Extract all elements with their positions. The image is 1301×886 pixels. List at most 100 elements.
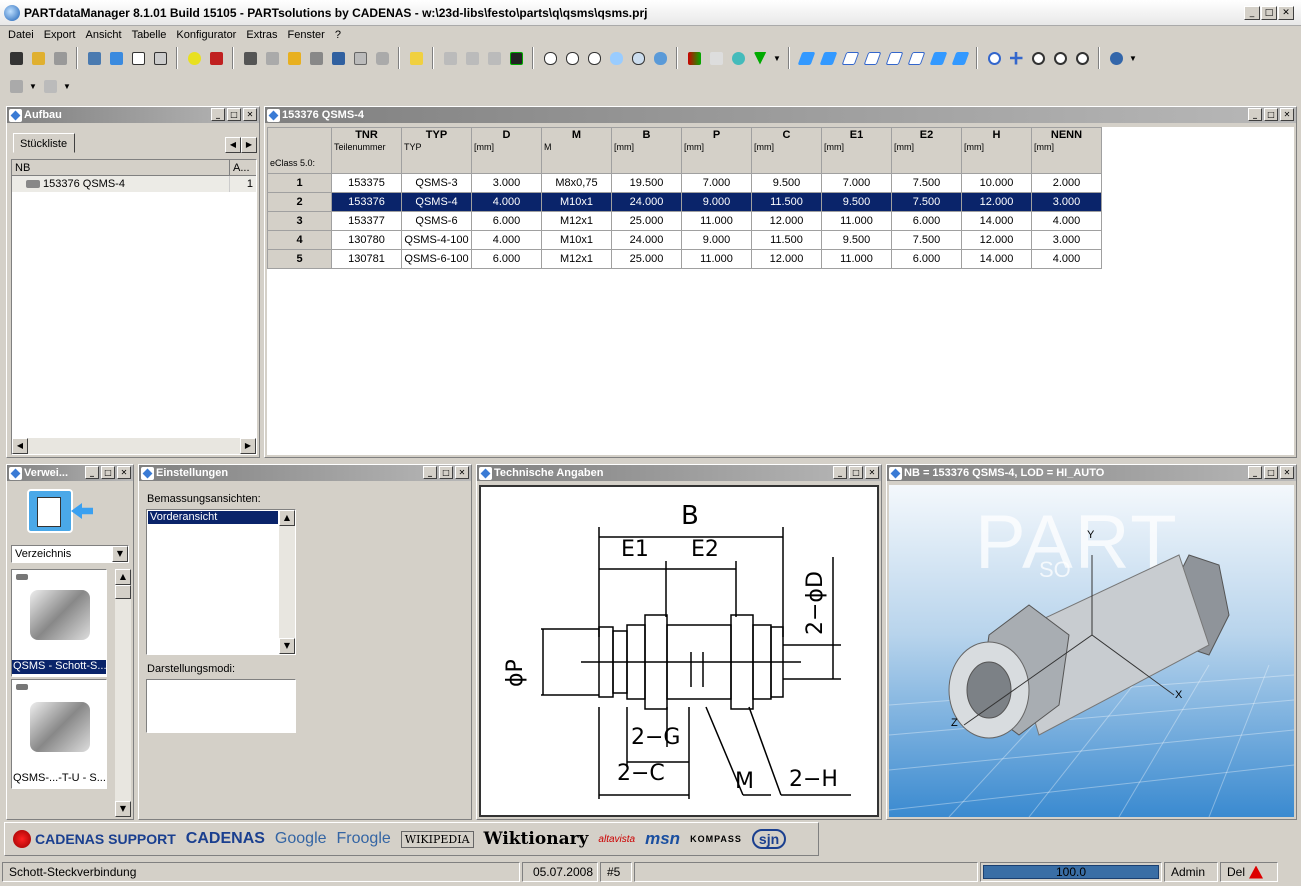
table-cell[interactable]: 11.000 bbox=[821, 211, 892, 231]
table-cell[interactable]: 3.000 bbox=[471, 173, 542, 193]
tab-stueckliste[interactable]: Stückliste bbox=[13, 133, 75, 153]
tab-left-icon[interactable]: ◀ bbox=[225, 137, 241, 153]
table-cell[interactable]: M12x1 bbox=[541, 211, 612, 231]
vertical-scrollbar[interactable]: ▲ ▼ bbox=[115, 569, 131, 817]
row-number[interactable]: 3 bbox=[267, 211, 332, 231]
table-cell[interactable]: 130780 bbox=[331, 230, 402, 250]
tree-icon[interactable] bbox=[84, 48, 104, 68]
table-cell[interactable]: 153377 bbox=[331, 211, 402, 231]
table-cell[interactable]: 9.500 bbox=[821, 192, 892, 212]
table-cell[interactable]: M8x0,75 bbox=[541, 173, 612, 193]
network-icon[interactable] bbox=[484, 48, 504, 68]
close-button[interactable]: ✕ bbox=[1278, 6, 1294, 20]
table-cell[interactable]: 14.000 bbox=[961, 249, 1032, 269]
table-cell[interactable]: 3.000 bbox=[1031, 230, 1102, 250]
render-icon[interactable] bbox=[1106, 48, 1126, 68]
table-cell[interactable]: 19.500 bbox=[611, 173, 682, 193]
view-iso-3-icon[interactable] bbox=[840, 48, 860, 68]
link-altavista[interactable]: altavista bbox=[598, 834, 635, 845]
list-item[interactable]: QSMS-...-T-U - S... bbox=[11, 679, 107, 789]
table-maximize-button[interactable]: □ bbox=[1264, 108, 1278, 121]
cylinder-5-icon[interactable] bbox=[628, 48, 648, 68]
aufbau-maximize-button[interactable]: □ bbox=[227, 108, 241, 121]
traffic-light-icon[interactable] bbox=[506, 48, 526, 68]
row-number[interactable]: 5 bbox=[267, 249, 332, 269]
3d-viewport[interactable]: PART SO Y X Z bbox=[889, 485, 1294, 817]
color-icon[interactable] bbox=[684, 48, 704, 68]
table-cell[interactable]: 9.000 bbox=[681, 192, 752, 212]
link-froogle[interactable]: Froogle bbox=[337, 830, 391, 848]
table-cell[interactable]: 12.000 bbox=[751, 249, 822, 269]
table-cell[interactable]: QSMS-4-100 bbox=[401, 230, 472, 250]
rotate-icon[interactable] bbox=[984, 48, 1004, 68]
dropdown-icon[interactable]: ▼ bbox=[772, 48, 782, 68]
scroll-down-icon[interactable]: ▼ bbox=[279, 638, 295, 654]
verweis-close-button[interactable]: ✕ bbox=[117, 466, 131, 479]
table-cell[interactable]: 6.000 bbox=[471, 211, 542, 231]
table-cell[interactable]: 11.500 bbox=[751, 230, 822, 250]
email-icon[interactable] bbox=[184, 48, 204, 68]
table-cell[interactable]: 9.500 bbox=[751, 173, 822, 193]
table-cell[interactable]: QSMS-4 bbox=[401, 192, 472, 212]
link-sjn[interactable]: sjn bbox=[751, 829, 787, 849]
table-cell[interactable]: 14.000 bbox=[961, 211, 1032, 231]
delete-icon[interactable] bbox=[206, 48, 226, 68]
table-cell[interactable]: 7.000 bbox=[821, 173, 892, 193]
table-cell[interactable]: 4.000 bbox=[1031, 249, 1102, 269]
table-cell[interactable]: 7.500 bbox=[891, 230, 962, 250]
render-dropdown-icon[interactable]: ▼ bbox=[1128, 48, 1138, 68]
table-cell[interactable]: 2.000 bbox=[1031, 173, 1102, 193]
scroll-down-icon[interactable]: ▼ bbox=[115, 801, 131, 817]
view-iso-4-icon[interactable] bbox=[862, 48, 882, 68]
column-header[interactable]: MM bbox=[541, 127, 612, 174]
aufbau-close-button[interactable]: ✕ bbox=[243, 108, 257, 121]
scroll-thumb[interactable] bbox=[115, 585, 131, 599]
list-item[interactable]: QSMS - Schott-S... bbox=[11, 569, 107, 677]
minimize-button[interactable]: _ bbox=[1244, 6, 1260, 20]
status-del[interactable]: Del bbox=[1220, 862, 1278, 882]
table-cell[interactable]: 25.000 bbox=[611, 211, 682, 231]
view-2d-icon[interactable] bbox=[128, 48, 148, 68]
directory-select[interactable]: Verzeichnis ▼ bbox=[11, 545, 129, 563]
table-cell[interactable]: 6.000 bbox=[471, 249, 542, 269]
table-cell[interactable]: 12.000 bbox=[961, 230, 1032, 250]
column-header[interactable]: E2 [mm] bbox=[891, 127, 962, 174]
cylinder-4-icon[interactable] bbox=[606, 48, 626, 68]
material-icon[interactable] bbox=[706, 48, 726, 68]
table-cell[interactable]: QSMS-3 bbox=[401, 173, 472, 193]
view-iso-6-icon[interactable] bbox=[906, 48, 926, 68]
table-cell[interactable]: 4.000 bbox=[471, 192, 542, 212]
cad-export-icon[interactable] bbox=[6, 76, 26, 96]
menu-ansicht[interactable]: Ansicht bbox=[85, 29, 121, 41]
verweis-minimize-button[interactable]: _ bbox=[85, 466, 99, 479]
menu-tabelle[interactable]: Tabelle bbox=[132, 29, 167, 41]
table-cell[interactable]: 10.000 bbox=[961, 173, 1032, 193]
table-cell[interactable]: QSMS-6 bbox=[401, 211, 472, 231]
table-cell[interactable]: 11.000 bbox=[681, 211, 752, 231]
table-cell[interactable]: 4.000 bbox=[471, 230, 542, 250]
back-arrow-icon[interactable] bbox=[71, 503, 93, 519]
view-iso-1-icon[interactable] bbox=[796, 48, 816, 68]
column-header[interactable]: NENN [mm] bbox=[1031, 127, 1102, 174]
column-header[interactable]: H [mm] bbox=[961, 127, 1032, 174]
zoom-icon[interactable] bbox=[1028, 48, 1048, 68]
table-close-button[interactable]: ✕ bbox=[1280, 108, 1294, 121]
aufbau-minimize-button[interactable]: _ bbox=[211, 108, 225, 121]
table-cell[interactable]: 153376 bbox=[331, 192, 402, 212]
view-iso-5-icon[interactable] bbox=[884, 48, 904, 68]
row-number[interactable]: 1 bbox=[267, 173, 332, 193]
link-cadenas-support[interactable]: CADENAS SUPPORT bbox=[13, 830, 176, 848]
table-cell[interactable]: 6.000 bbox=[891, 249, 962, 269]
maximize-button[interactable]: □ bbox=[1261, 6, 1277, 20]
link-kompass[interactable]: KOMPASS bbox=[690, 834, 742, 844]
clip-icon[interactable] bbox=[150, 48, 170, 68]
menu-export[interactable]: Export bbox=[44, 29, 76, 41]
scroll-right-icon[interactable]: ▶ bbox=[240, 438, 256, 454]
scroll-up-icon[interactable]: ▲ bbox=[115, 569, 131, 585]
technische-minimize-button[interactable]: _ bbox=[833, 466, 847, 479]
view-iso-7-icon[interactable] bbox=[928, 48, 948, 68]
cylinder-1-icon[interactable] bbox=[540, 48, 560, 68]
link-wikipedia[interactable]: WIKIPEDIA bbox=[400, 830, 474, 848]
table-row[interactable]: 5 130781 QSMS-6-100 6.000 M12x1 25.000 11.000 1… bbox=[267, 249, 1102, 269]
list-item[interactable]: Vorderansicht bbox=[148, 511, 278, 524]
